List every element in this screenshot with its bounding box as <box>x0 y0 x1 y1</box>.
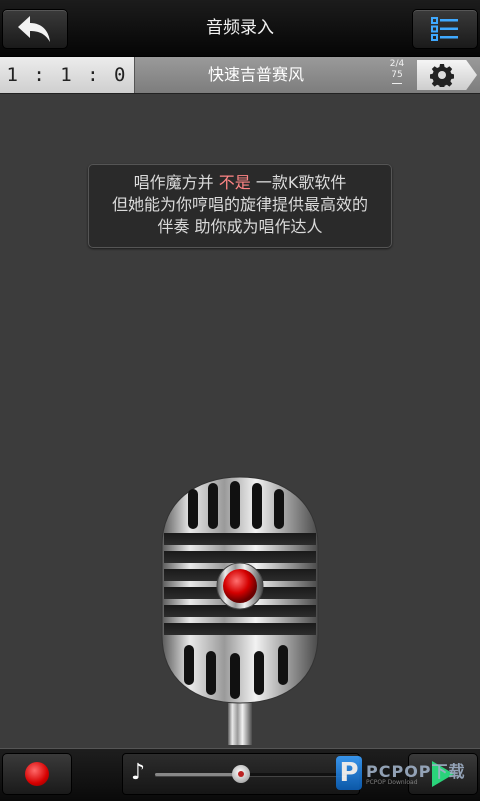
message-text: 一款K歌软件 <box>250 173 347 192</box>
top-bar: 音频录入 <box>0 0 480 57</box>
intro-message: 唱作魔方并 不是 一款K歌软件 但她能为你哼唱的旋律提供最高效的 伴奏 助你成为… <box>88 164 392 248</box>
volume-slider[interactable]: ♪ <box>122 753 360 795</box>
menu-button[interactable] <box>412 9 478 49</box>
watermark-logo: P PCPOP下载 PCPOP Download <box>336 754 476 794</box>
meter-top: 2/4 <box>389 59 405 69</box>
message-line-3: 伴奏 助你成为唱作达人 <box>157 217 323 236</box>
message-line-2: 但她能为你哼唱的旋律提供最高效的 <box>111 195 368 214</box>
back-button[interactable] <box>2 9 68 49</box>
info-bar: 1 : 1 : 0 快速吉普赛风 2/4 75 <box>0 57 480 94</box>
back-arrow-icon <box>18 16 50 42</box>
watermark-subtext: PCPOP Download <box>366 779 418 786</box>
slider-fill <box>155 773 242 776</box>
gear-icon <box>430 64 454 87</box>
message-highlight: 不是 <box>218 173 251 192</box>
music-note-icon: ♪ <box>131 760 146 785</box>
time-signature: 2/4 75 <box>386 59 408 91</box>
slider-track[interactable] <box>155 765 351 783</box>
watermark-letter: P <box>336 756 362 790</box>
microphone-icon[interactable] <box>160 475 320 745</box>
message-line-1: 唱作魔方并 不是 一款K歌软件 <box>89 172 391 194</box>
slider-knob[interactable] <box>232 765 251 783</box>
meter-divider <box>392 83 402 84</box>
list-menu-icon <box>431 17 458 41</box>
tempo-value: 75 <box>391 70 403 80</box>
message-text: 唱作魔方并 <box>133 173 219 192</box>
record-button[interactable] <box>2 753 72 795</box>
time-position: 1 : 1 : 0 <box>0 57 135 93</box>
settings-button[interactable] <box>417 60 477 90</box>
style-name[interactable]: 快速吉普赛风 <box>136 57 376 93</box>
record-icon <box>25 762 49 786</box>
page-title: 音频录入 <box>206 18 274 38</box>
